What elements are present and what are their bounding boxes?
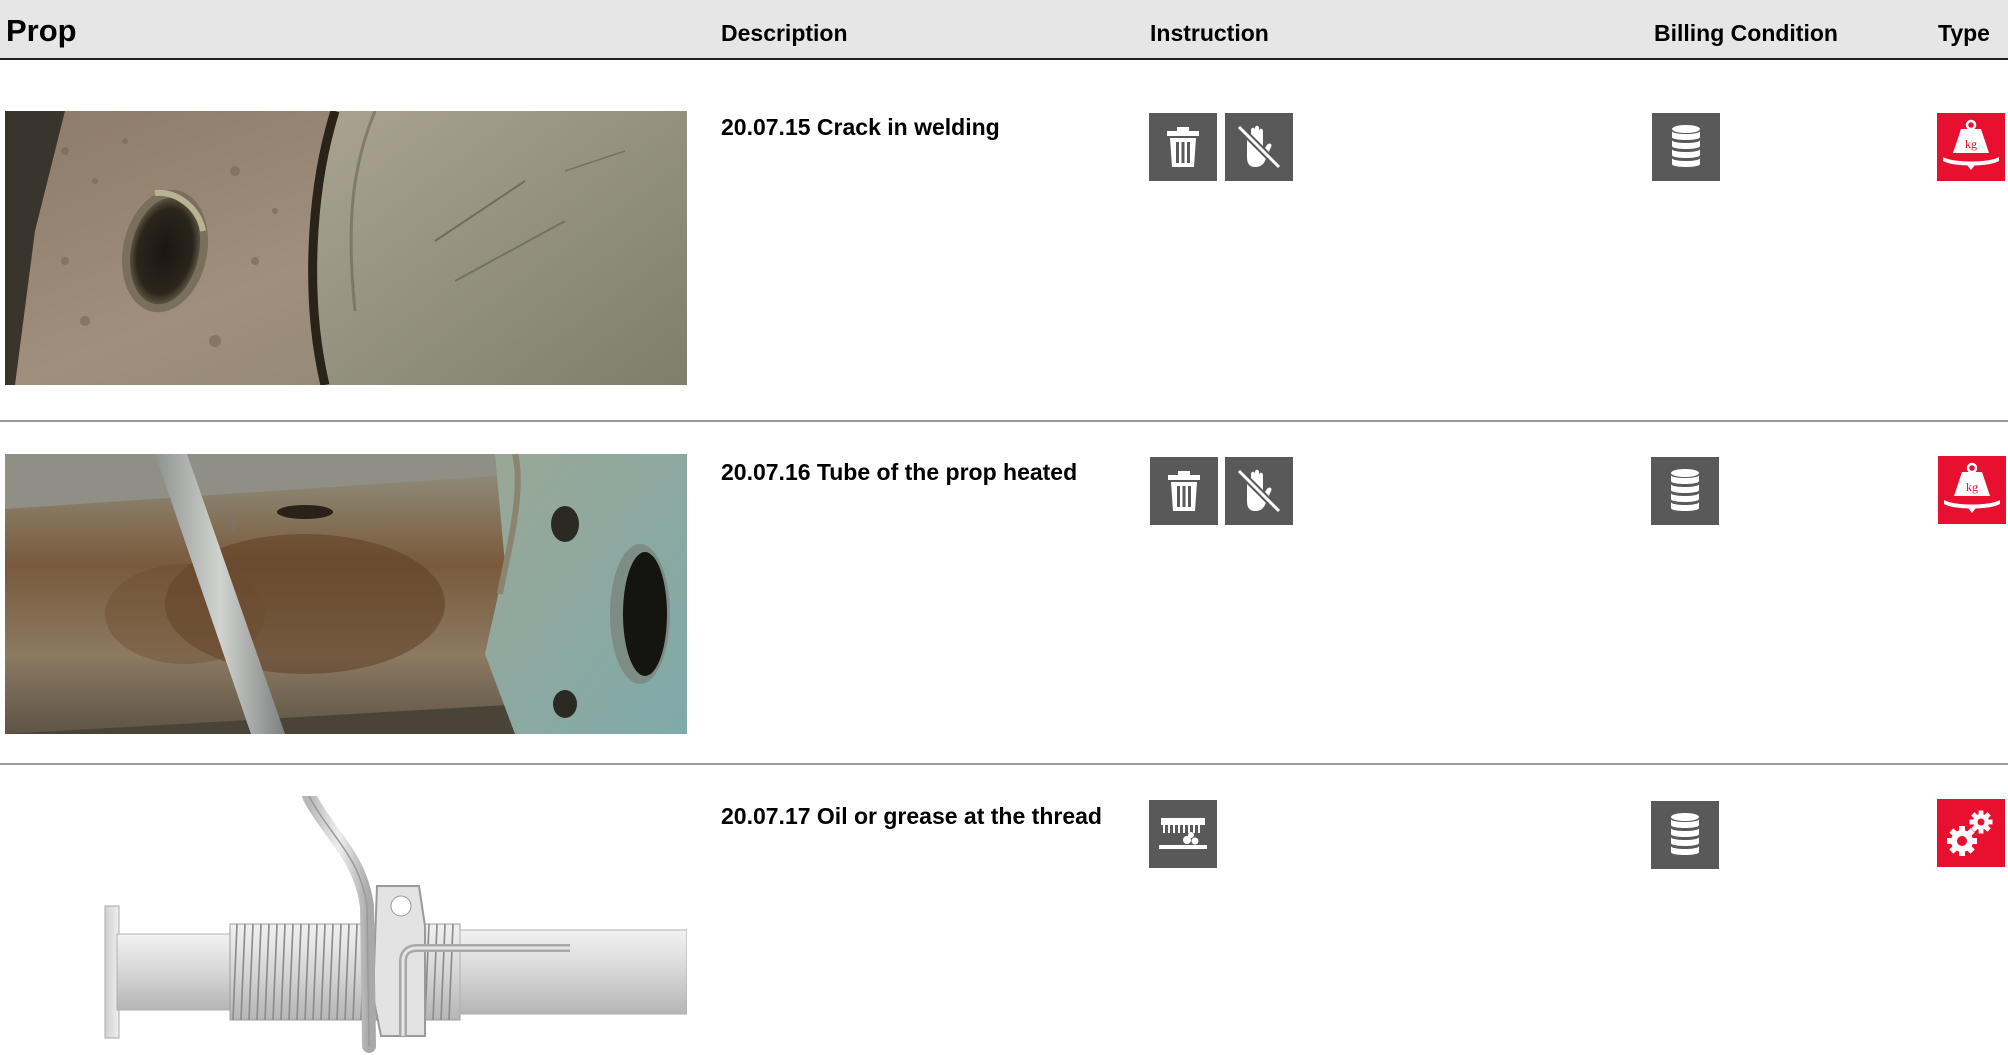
table-header: Prop Description Instruction Billing Con… bbox=[0, 0, 2008, 60]
row-description: 20.07.16 Tube of the prop heated bbox=[721, 459, 1078, 485]
header-billing-condition: Billing Condition bbox=[1654, 20, 1838, 46]
coin-stack-icon[interactable] bbox=[1651, 801, 1719, 869]
no-touch-icon[interactable] bbox=[1225, 457, 1293, 525]
no-touch-icon[interactable] bbox=[1225, 113, 1293, 181]
header-instruction: Instruction bbox=[1150, 20, 1269, 46]
row-divider bbox=[0, 420, 2008, 422]
gears-icon[interactable] bbox=[1937, 799, 2005, 867]
header-description: Description bbox=[721, 20, 848, 46]
photo-crack-in-welding bbox=[5, 111, 687, 385]
row-divider bbox=[0, 763, 2008, 765]
header-type: Type bbox=[1938, 20, 1990, 46]
coin-stack-icon[interactable] bbox=[1651, 457, 1719, 525]
photo-tube-heated: SA bbox=[5, 454, 687, 734]
kg-label: kg bbox=[1965, 137, 1977, 151]
row-description: 20.07.15 Crack in welding bbox=[721, 114, 1000, 140]
weight-kg-icon[interactable]: kg bbox=[1937, 113, 2005, 181]
trash-icon[interactable] bbox=[1150, 457, 1218, 525]
coin-stack-icon[interactable] bbox=[1652, 113, 1720, 181]
cleaning-brush-icon[interactable] bbox=[1149, 800, 1217, 868]
header-prop: Prop bbox=[6, 13, 77, 48]
weight-kg-icon[interactable]: kg bbox=[1938, 456, 2006, 524]
kg-label: kg bbox=[1966, 480, 1978, 494]
trash-icon[interactable] bbox=[1149, 113, 1217, 181]
row-description: 20.07.17 Oil or grease at the thread bbox=[721, 803, 1102, 829]
illustration-prop-thread bbox=[5, 796, 687, 1055]
